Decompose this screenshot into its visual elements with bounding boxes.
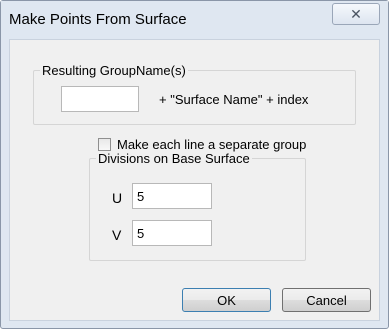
divisions-legend: Divisions on Base Surface — [98, 151, 250, 166]
close-button[interactable]: ✕ — [332, 3, 380, 25]
dialog-window: Make Points From Surface ✕ Resulting Gro… — [0, 0, 389, 329]
u-label: U — [112, 190, 123, 206]
window-title: Make Points From Surface — [9, 11, 187, 28]
separate-group-label: Make each line a separate group — [117, 137, 307, 152]
groupname-suffix-label: + "Surface Name" + index — [159, 92, 309, 107]
dialog-body: Resulting GroupName(s) + "Surface Name" … — [9, 39, 380, 321]
u-divisions-input[interactable] — [132, 183, 212, 209]
title-bar: Make Points From Surface ✕ — [1, 1, 388, 39]
separate-group-checkbox[interactable] — [98, 138, 111, 151]
resulting-groupname-legend: Resulting GroupName(s) — [42, 63, 186, 78]
cancel-button[interactable]: Cancel — [282, 288, 371, 312]
v-label: V — [112, 227, 122, 243]
ok-button[interactable]: OK — [182, 288, 271, 312]
separate-group-option[interactable]: Make each line a separate group — [98, 137, 306, 152]
groupname-input[interactable] — [61, 86, 139, 112]
close-icon: ✕ — [350, 5, 362, 22]
v-divisions-input[interactable] — [132, 220, 212, 246]
